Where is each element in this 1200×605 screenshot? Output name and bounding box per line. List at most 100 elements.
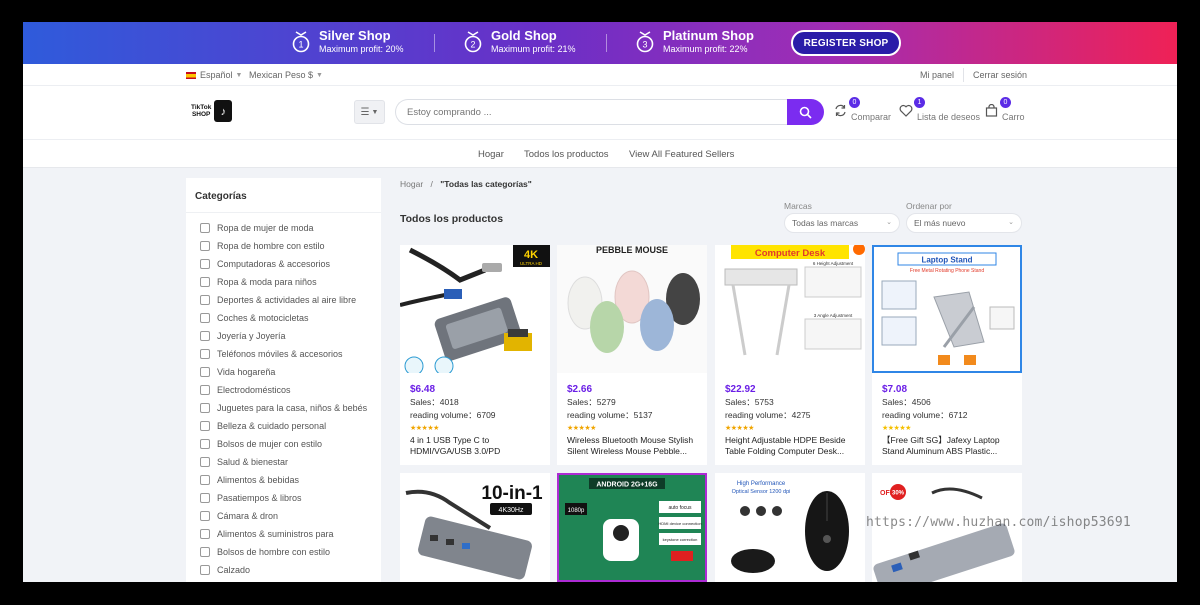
my-panel-link[interactable]: Mi panel [920, 70, 954, 80]
svg-text:6 Height Adjustment: 6 Height Adjustment [813, 261, 854, 266]
tiktok-shop-logo[interactable]: TikTok SHOP ♪ [191, 100, 233, 122]
category-item[interactable]: Ropa de mujer de moda [200, 223, 314, 233]
search-input[interactable] [395, 99, 788, 125]
product-title[interactable]: Height Adjustable HDPE Beside Table Fold… [725, 435, 857, 457]
svg-text:Laptop Stand: Laptop Stand [921, 256, 972, 265]
compare-button[interactable]: 0 Comparar [834, 97, 892, 122]
search-icon [799, 106, 812, 119]
product-card[interactable]: High Performance Optical Sensor 1200 dpi [715, 473, 865, 582]
category-item[interactable]: Pasatiempos & libros [200, 493, 302, 503]
category-item[interactable]: Bolsos de hombre con estilo [200, 547, 330, 557]
svg-text:1080p: 1080p [568, 508, 585, 514]
category-item[interactable]: Teléfonos móviles & accesorios [200, 349, 343, 359]
shoe-icon [200, 565, 210, 575]
product-card[interactable]: Laptop Stand Free Metal Rotating Phone S… [872, 245, 1022, 465]
wishlist-button[interactable]: 1 Lista de deseos [899, 97, 980, 122]
computer-icon [200, 259, 210, 269]
home-icon [200, 367, 210, 377]
svg-text:1: 1 [298, 39, 303, 49]
category-item[interactable]: Joyería y Joyería [200, 331, 286, 341]
category-item[interactable]: Electrodomésticos [200, 385, 291, 395]
breadcrumb: Hogar / "Todas las categorías" [400, 179, 532, 189]
wishlist-count-badge: 1 [914, 97, 925, 108]
nav-all-products[interactable]: Todos los productos [524, 149, 609, 160]
product-sales: Sales：4018 [410, 397, 459, 407]
product-image[interactable]: Laptop Stand Free Metal Rotating Phone S… [872, 245, 1022, 373]
category-item[interactable]: Salud & bienestar [200, 457, 288, 467]
category-item[interactable]: Computadoras & accesorios [200, 259, 330, 269]
product-image[interactable]: PEBBLE MOUSE [557, 245, 707, 373]
promo-banner: 1 Silver Shop Maximum profit: 20% 2 Gold… [23, 22, 1177, 64]
product-title[interactable]: Wireless Bluetooth Mouse Stylish Silent … [567, 435, 699, 457]
product-card[interactable]: PEBBLE MOUSE $2.66 Sales：5279 reading vo… [557, 245, 707, 465]
category-item[interactable]: Alimentos & suministros para [200, 529, 334, 539]
pet-food-icon [200, 529, 210, 539]
language-label: Español [200, 70, 233, 80]
breadcrumb-current: "Todas las categorías" [440, 179, 532, 189]
product-title[interactable]: 4 in 1 USB Type C to HDMI/VGA/USB 3.0/PD… [410, 435, 542, 457]
category-item[interactable]: Ropa de hombre con estilo [200, 241, 325, 251]
product-card[interactable]: 10-in-1 4K30Hz [400, 473, 550, 582]
product-price: $6.48 [410, 384, 436, 395]
svg-text:auto focus: auto focus [668, 505, 692, 511]
svg-text:High Performance: High Performance [737, 481, 786, 487]
category-item[interactable]: Bolsos de mujer con estilo [200, 439, 322, 449]
category-item[interactable]: Calzado [200, 565, 250, 575]
logo-text: TikTok SHOP [191, 104, 212, 118]
cart-button[interactable]: 0 Carro [985, 97, 1025, 122]
category-item[interactable]: Belleza & cuidado personal [200, 421, 326, 431]
sports-icon [200, 295, 210, 305]
health-icon [200, 457, 210, 467]
appliance-icon [200, 385, 210, 395]
product-image[interactable]: 4K ULTRA HD [400, 245, 550, 373]
category-menu-button[interactable]: ☰ ▼ [354, 100, 385, 124]
divider [434, 34, 435, 52]
product-image[interactable]: 10-in-1 4K30Hz [400, 473, 550, 582]
svg-text:Free Metal Rotating Phone Stan: Free Metal Rotating Phone Stand [910, 268, 984, 274]
nav-home[interactable]: Hogar [478, 149, 504, 160]
medal-icon: 3 [636, 30, 654, 52]
product-price: $7.08 [882, 384, 908, 395]
category-item[interactable]: Ropa & moda para niños [200, 277, 317, 287]
category-item[interactable]: Vida hogareña [200, 367, 275, 377]
compare-label: Comparar [851, 112, 892, 122]
category-item[interactable]: Cámara & dron [200, 511, 278, 521]
cart-bag-icon [985, 104, 998, 117]
product-image[interactable]: ANDROID 2G+16G 1080p auto focus HDMI dev… [557, 473, 707, 582]
brands-select[interactable]: Todas las marcas ⌄ [784, 213, 900, 233]
rating-stars-icon: ★★★★★ [725, 425, 754, 432]
logout-link[interactable]: Cerrar sesión [973, 70, 1027, 80]
product-title[interactable]: 【Free Gift SG】Jafexy Laptop Stand Alumin… [882, 435, 1014, 457]
product-card[interactable]: 4K ULTRA HD $6.48 Sales：4018 reading vol… [400, 245, 550, 465]
tier-gold[interactable]: 2 Gold Shop Maximum profit: 21% [463, 28, 576, 55]
tier-name: Platinum Shop [663, 28, 754, 43]
product-image[interactable]: Computer Desk 6 Height Adjustment 3 Angl… [715, 245, 865, 373]
chevron-down-icon: ▼ [371, 108, 379, 116]
category-item[interactable]: Juguetes para la casa, niños & bebés [200, 403, 367, 413]
category-item[interactable]: Deportes & actividades al aire libre [200, 295, 356, 305]
register-shop-button[interactable]: REGISTER SHOP [791, 30, 901, 56]
product-image[interactable]: High Performance Optical Sensor 1200 dpi [715, 473, 865, 582]
svg-text:4K: 4K [524, 249, 538, 261]
handbag-icon [200, 439, 210, 449]
currency-selector[interactable]: Mexican Peso $ ▼ [249, 70, 323, 80]
product-sales: Sales：5753 [725, 397, 774, 407]
currency-label: Mexican Peso $ [249, 70, 314, 80]
product-card[interactable]: Computer Desk 6 Height Adjustment 3 Angl… [715, 245, 865, 465]
svg-text:4K30Hz: 4K30Hz [499, 507, 524, 514]
breadcrumb-home[interactable]: Hogar [400, 179, 423, 189]
search-button[interactable] [787, 99, 824, 125]
category-item[interactable]: Coches & motocicletas [200, 313, 309, 323]
svg-text:2: 2 [470, 39, 475, 49]
svg-text:ULTRA HD: ULTRA HD [520, 261, 543, 266]
product-card[interactable]: ANDROID 2G+16G 1080p auto focus HDMI dev… [557, 473, 707, 582]
nav-featured-sellers[interactable]: View All Featured Sellers [629, 149, 734, 160]
tier-profit: Maximum profit: 20% [319, 44, 404, 54]
tier-silver[interactable]: 1 Silver Shop Maximum profit: 20% [291, 28, 404, 55]
sort-select[interactable]: El más nuevo ⌄ [906, 213, 1022, 233]
language-selector[interactable]: Español ▼ [186, 70, 242, 80]
tier-platinum[interactable]: 3 Platinum Shop Maximum profit: 22% [635, 28, 754, 55]
svg-text:Computer Desk: Computer Desk [755, 248, 826, 259]
category-item[interactable]: Alimentos & bebidas [200, 475, 299, 485]
svg-text:3: 3 [642, 39, 647, 49]
